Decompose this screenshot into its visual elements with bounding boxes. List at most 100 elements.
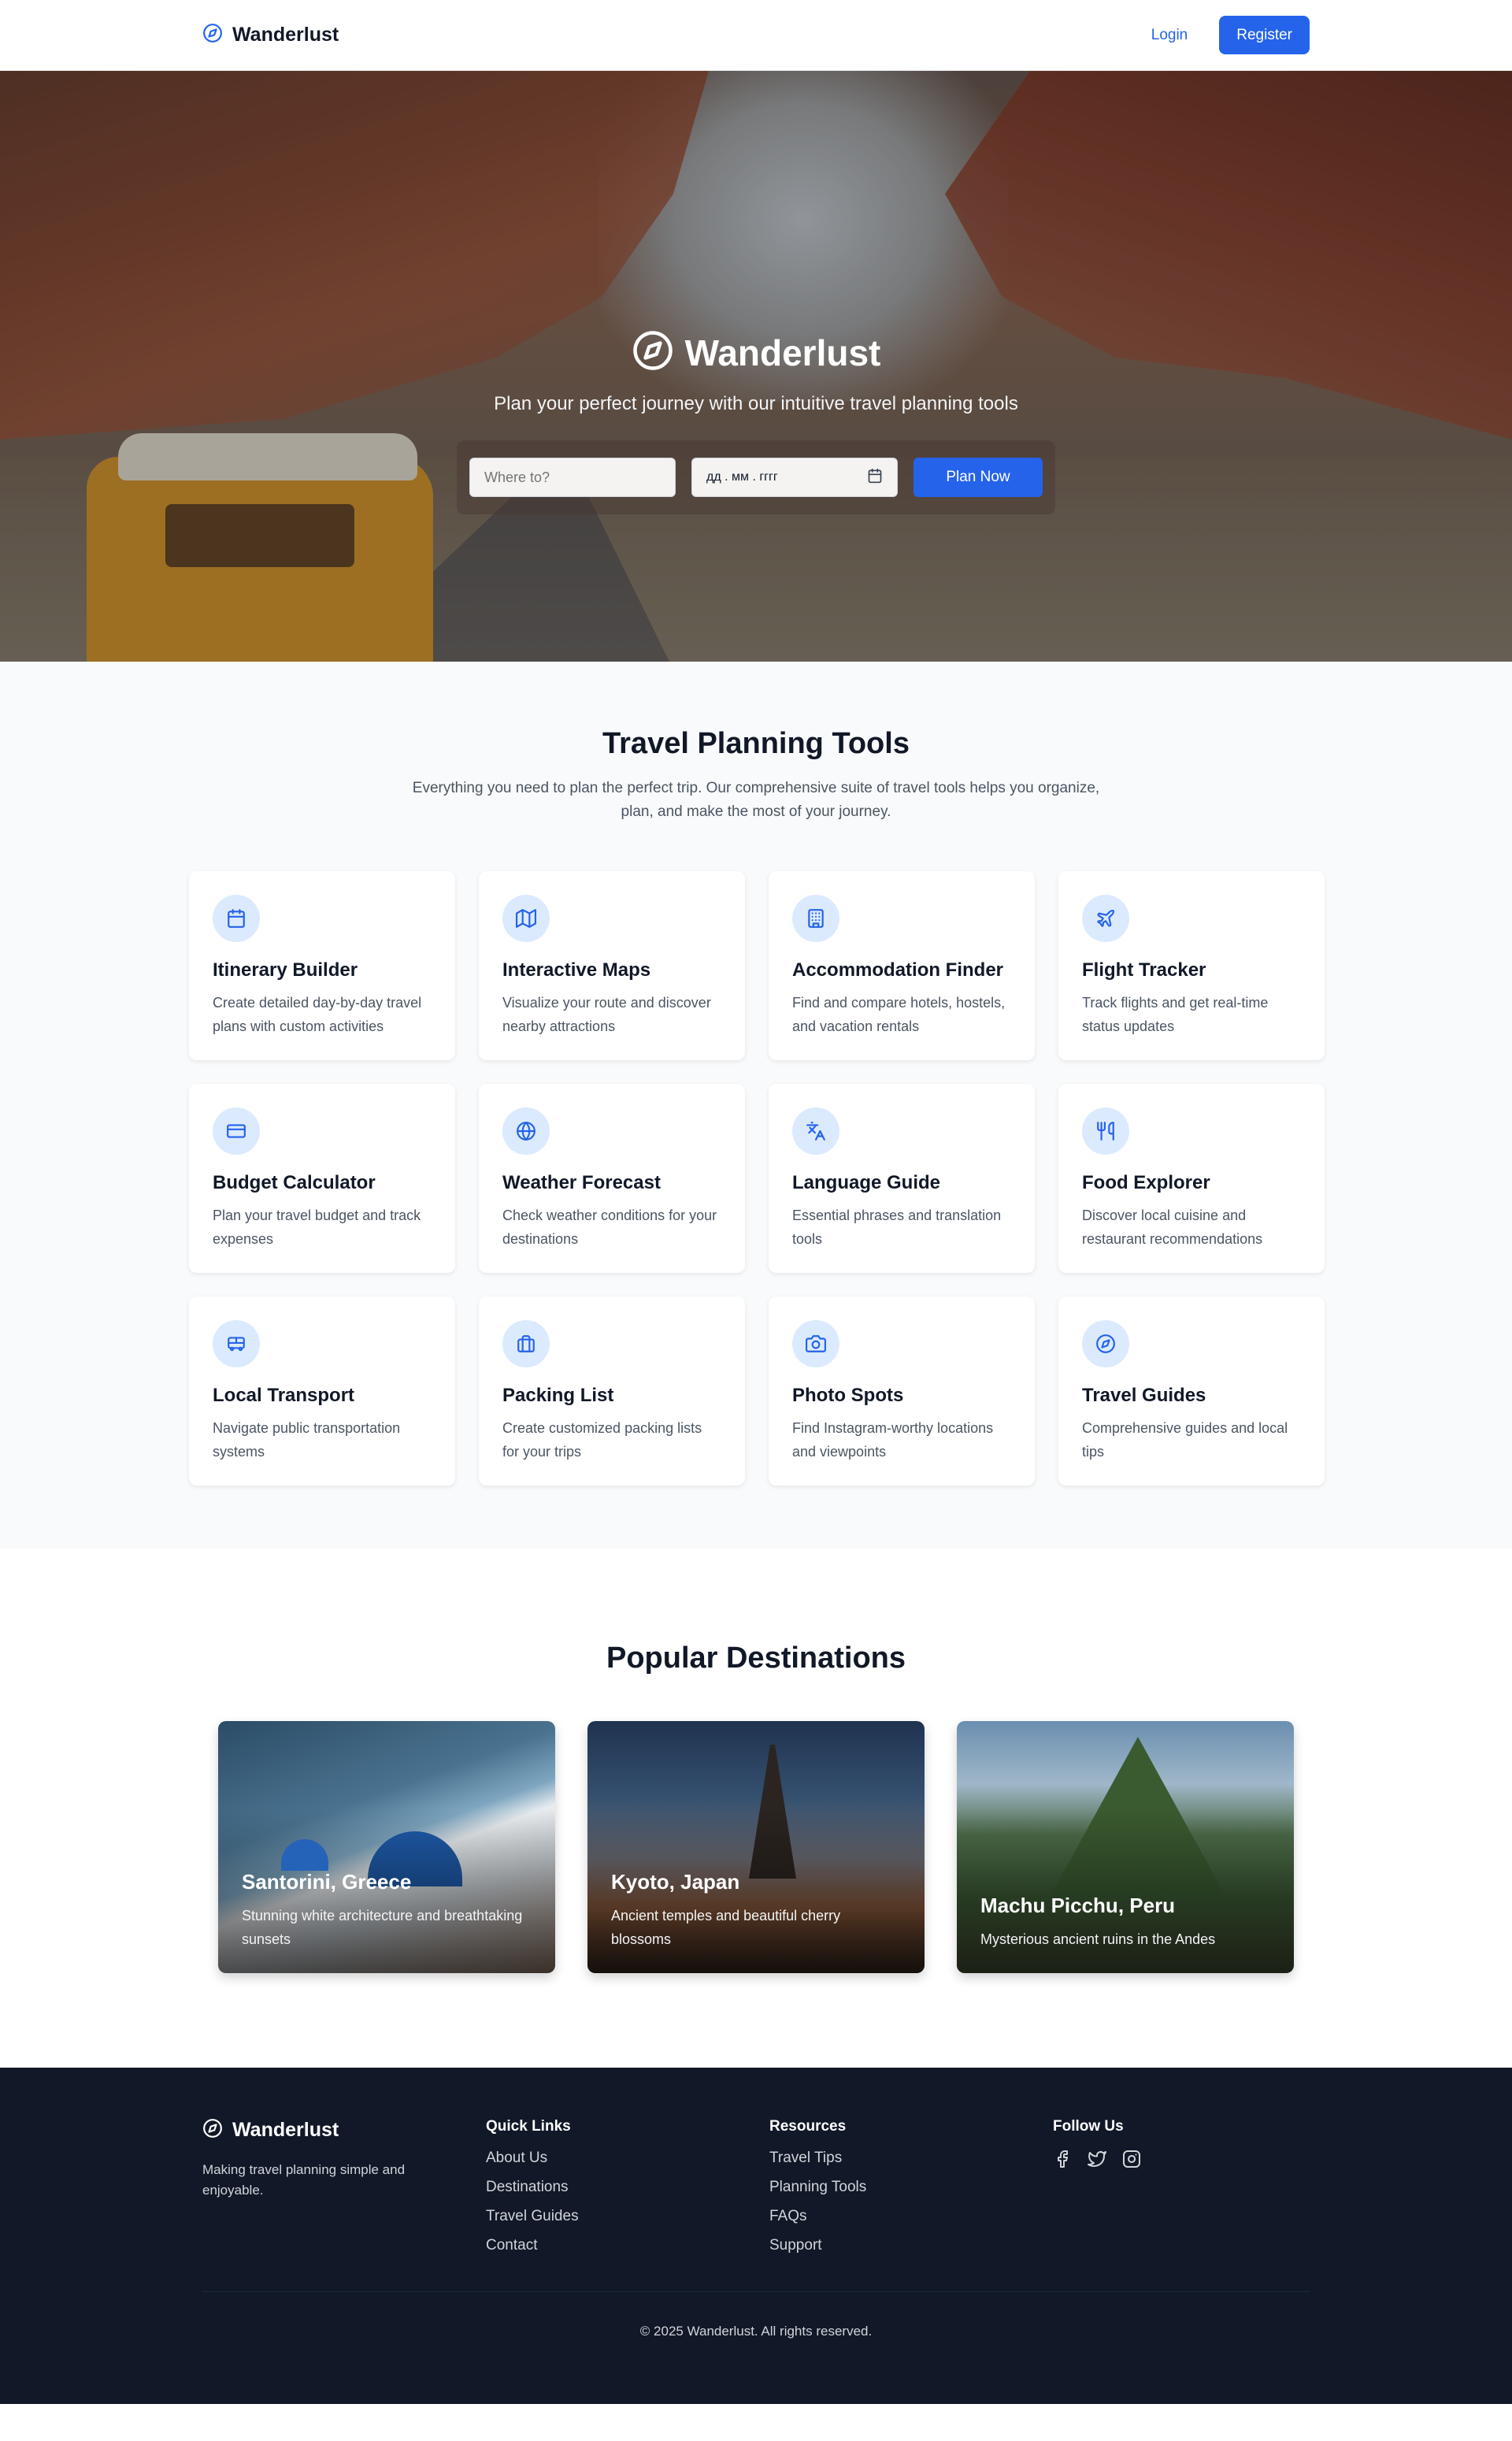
hero-section: Wanderlust Plan your perfect journey wit… (0, 71, 1512, 662)
tool-card-desc: Create detailed day-by-day travel plans … (213, 995, 422, 1034)
tool-card-desc: Plan your travel budget and track expens… (213, 1208, 421, 1247)
tool-card-title: Local Transport (213, 1385, 355, 1406)
tool-card-accommodation-finder[interactable]: Accommodation Finder Find and compare ho… (769, 871, 1035, 1060)
tool-card-desc: Create customized packing lists for your… (502, 1420, 702, 1460)
footer-link-support[interactable]: Support (769, 2237, 1053, 2254)
map-icon (502, 895, 550, 942)
destination-card-santorini[interactable]: Santorini, Greece Stunning white archite… (218, 1721, 555, 1973)
brand-logo[interactable]: Wanderlust (202, 23, 339, 47)
briefcase-icon (502, 1320, 550, 1367)
plan-now-button[interactable]: Plan Now (914, 458, 1043, 497)
footer-brand[interactable]: Wanderlust (202, 2118, 486, 2142)
tool-card-title: Itinerary Builder (213, 959, 358, 981)
tool-card-desc: Find Instagram-worthy locations and view… (792, 1420, 994, 1460)
footer-link-destinations[interactable]: Destinations (486, 2179, 769, 2196)
footer-link-faqs[interactable]: FAQs (769, 2208, 1053, 2225)
search-form: дд . мм . гггг Plan Now (457, 440, 1055, 514)
tool-card-local-transport[interactable]: Local Transport Navigate public transpor… (189, 1297, 455, 1486)
calendar-icon[interactable] (867, 468, 883, 488)
compass-icon (632, 329, 674, 376)
compass-icon (1082, 1320, 1129, 1367)
bus-icon (213, 1320, 260, 1367)
quick-links-title: Quick Links (486, 2118, 571, 2135)
tool-card-budget-calculator[interactable]: Budget Calculator Plan your travel budge… (189, 1084, 455, 1273)
tool-card-title: Food Explorer (1082, 1172, 1210, 1193)
tool-card-interactive-maps[interactable]: Interactive Maps Visualize your route an… (479, 871, 745, 1060)
tool-card-title: Language Guide (792, 1172, 941, 1193)
destination-name: Machu Picchu, Peru (980, 1894, 1176, 1917)
tool-card-title: Packing List (502, 1385, 614, 1406)
resources-title: Resources (769, 2118, 847, 2135)
tool-card-food-explorer[interactable]: Food Explorer Discover local cuisine and… (1058, 1084, 1325, 1273)
plane-icon (1082, 895, 1129, 942)
tool-card-desc: Discover local cuisine and restaurant re… (1082, 1208, 1263, 1247)
footer-link-about-us[interactable]: About Us (486, 2150, 769, 2167)
footer-brand-name: Wanderlust (232, 2119, 339, 2141)
twitter-icon[interactable] (1088, 2150, 1106, 2172)
hero-title: Wanderlust (632, 329, 881, 376)
tools-section: Travel Planning Tools Everything you nee… (0, 662, 1512, 1549)
compass-icon (202, 2118, 223, 2142)
date-input[interactable]: дд . мм . гггг (691, 458, 898, 497)
instagram-icon[interactable] (1122, 2150, 1141, 2172)
tool-card-title: Budget Calculator (213, 1172, 376, 1193)
destination-desc: Stunning white architecture and breathta… (242, 1908, 523, 1947)
tool-card-desc: Check weather conditions for your destin… (502, 1208, 717, 1247)
footer-link-contact[interactable]: Contact (486, 2237, 769, 2254)
destination-desc: Ancient temples and beautiful cherry blo… (611, 1908, 841, 1947)
footer-link-travel-tips[interactable]: Travel Tips (769, 2150, 1053, 2167)
destinations-grid: Santorini, Greece Stunning white archite… (218, 1721, 1294, 1973)
tool-card-travel-guides[interactable]: Travel Guides Comprehensive guides and l… (1058, 1297, 1325, 1486)
facebook-icon[interactable] (1053, 2150, 1072, 2172)
tools-grid: Itinerary Builder Create detailed day-by… (189, 871, 1325, 1486)
destinations-section: Popular Destinations Santorini, Greece S… (0, 1549, 1512, 2068)
footer-link-planning-tools[interactable]: Planning Tools (769, 2179, 1053, 2196)
tool-card-photo-spots[interactable]: Photo Spots Find Instagram-worthy locati… (769, 1297, 1035, 1486)
destination-card-kyoto[interactable]: Kyoto, Japan Ancient temples and beautif… (587, 1721, 925, 1973)
tool-card-desc: Essential phrases and translation tools (792, 1208, 1002, 1247)
tool-card-packing-list[interactable]: Packing List Create customized packing l… (479, 1297, 745, 1486)
camera-icon (792, 1320, 839, 1367)
tool-card-desc: Navigate public transportation systems (213, 1420, 401, 1460)
tool-card-title: Flight Tracker (1082, 959, 1206, 981)
calendar-icon (213, 895, 260, 942)
translate-icon (792, 1107, 839, 1155)
utensils-icon (1082, 1107, 1129, 1155)
footer-tagline: Making travel planning simple and enjoya… (202, 2162, 406, 2198)
tool-card-itinerary-builder[interactable]: Itinerary Builder Create detailed day-by… (189, 871, 455, 1060)
globe-icon (502, 1107, 550, 1155)
tool-card-title: Interactive Maps (502, 959, 651, 981)
hero-title-text: Wanderlust (684, 332, 881, 373)
building-icon (792, 895, 839, 942)
tool-card-flight-tracker[interactable]: Flight Tracker Track flights and get rea… (1058, 871, 1325, 1060)
destination-name: Kyoto, Japan (611, 1870, 740, 1894)
tool-card-title: Travel Guides (1082, 1385, 1206, 1406)
tool-card-weather-forecast[interactable]: Weather Forecast Check weather condition… (479, 1084, 745, 1273)
destinations-title: Popular Destinations (606, 1642, 906, 1675)
footer: Wanderlust Making travel planning simple… (0, 2068, 1512, 2404)
brand-name: Wanderlust (232, 24, 339, 46)
destination-card-machu-picchu[interactable]: Machu Picchu, Peru Mysterious ancient ru… (957, 1721, 1294, 1973)
tool-card-desc: Comprehensive guides and local tips (1082, 1420, 1288, 1460)
tool-card-desc: Track flights and get real-time status u… (1082, 995, 1269, 1034)
compass-icon (202, 23, 223, 47)
register-button[interactable]: Register (1219, 16, 1310, 54)
tools-title: Travel Planning Tools (602, 727, 910, 760)
footer-link-travel-guides[interactable]: Travel Guides (486, 2208, 769, 2225)
credit-card-icon (213, 1107, 260, 1155)
login-link[interactable]: Login (1151, 27, 1188, 44)
hero-subtitle: Plan your perfect journey with our intui… (494, 393, 1018, 414)
tool-card-language-guide[interactable]: Language Guide Essential phrases and tra… (769, 1084, 1035, 1273)
destination-desc: Mysterious ancient ruins in the Andes (980, 1931, 1216, 1947)
top-navigation: Wanderlust Login Register (0, 0, 1512, 71)
destination-input[interactable] (469, 458, 676, 497)
destination-name: Santorini, Greece (242, 1870, 412, 1894)
tool-card-title: Accommodation Finder (792, 959, 1004, 981)
date-input-value: дд . мм . гггг (706, 470, 778, 484)
tool-card-title: Photo Spots (792, 1385, 904, 1406)
follow-us-title: Follow Us (1053, 2118, 1124, 2135)
tool-card-desc: Find and compare hotels, hostels, and va… (792, 995, 1006, 1034)
tool-card-desc: Visualize your route and discover nearby… (502, 995, 711, 1034)
tool-card-title: Weather Forecast (502, 1172, 661, 1193)
tools-subtitle: Everything you need to plan the perfect … (412, 780, 1100, 820)
